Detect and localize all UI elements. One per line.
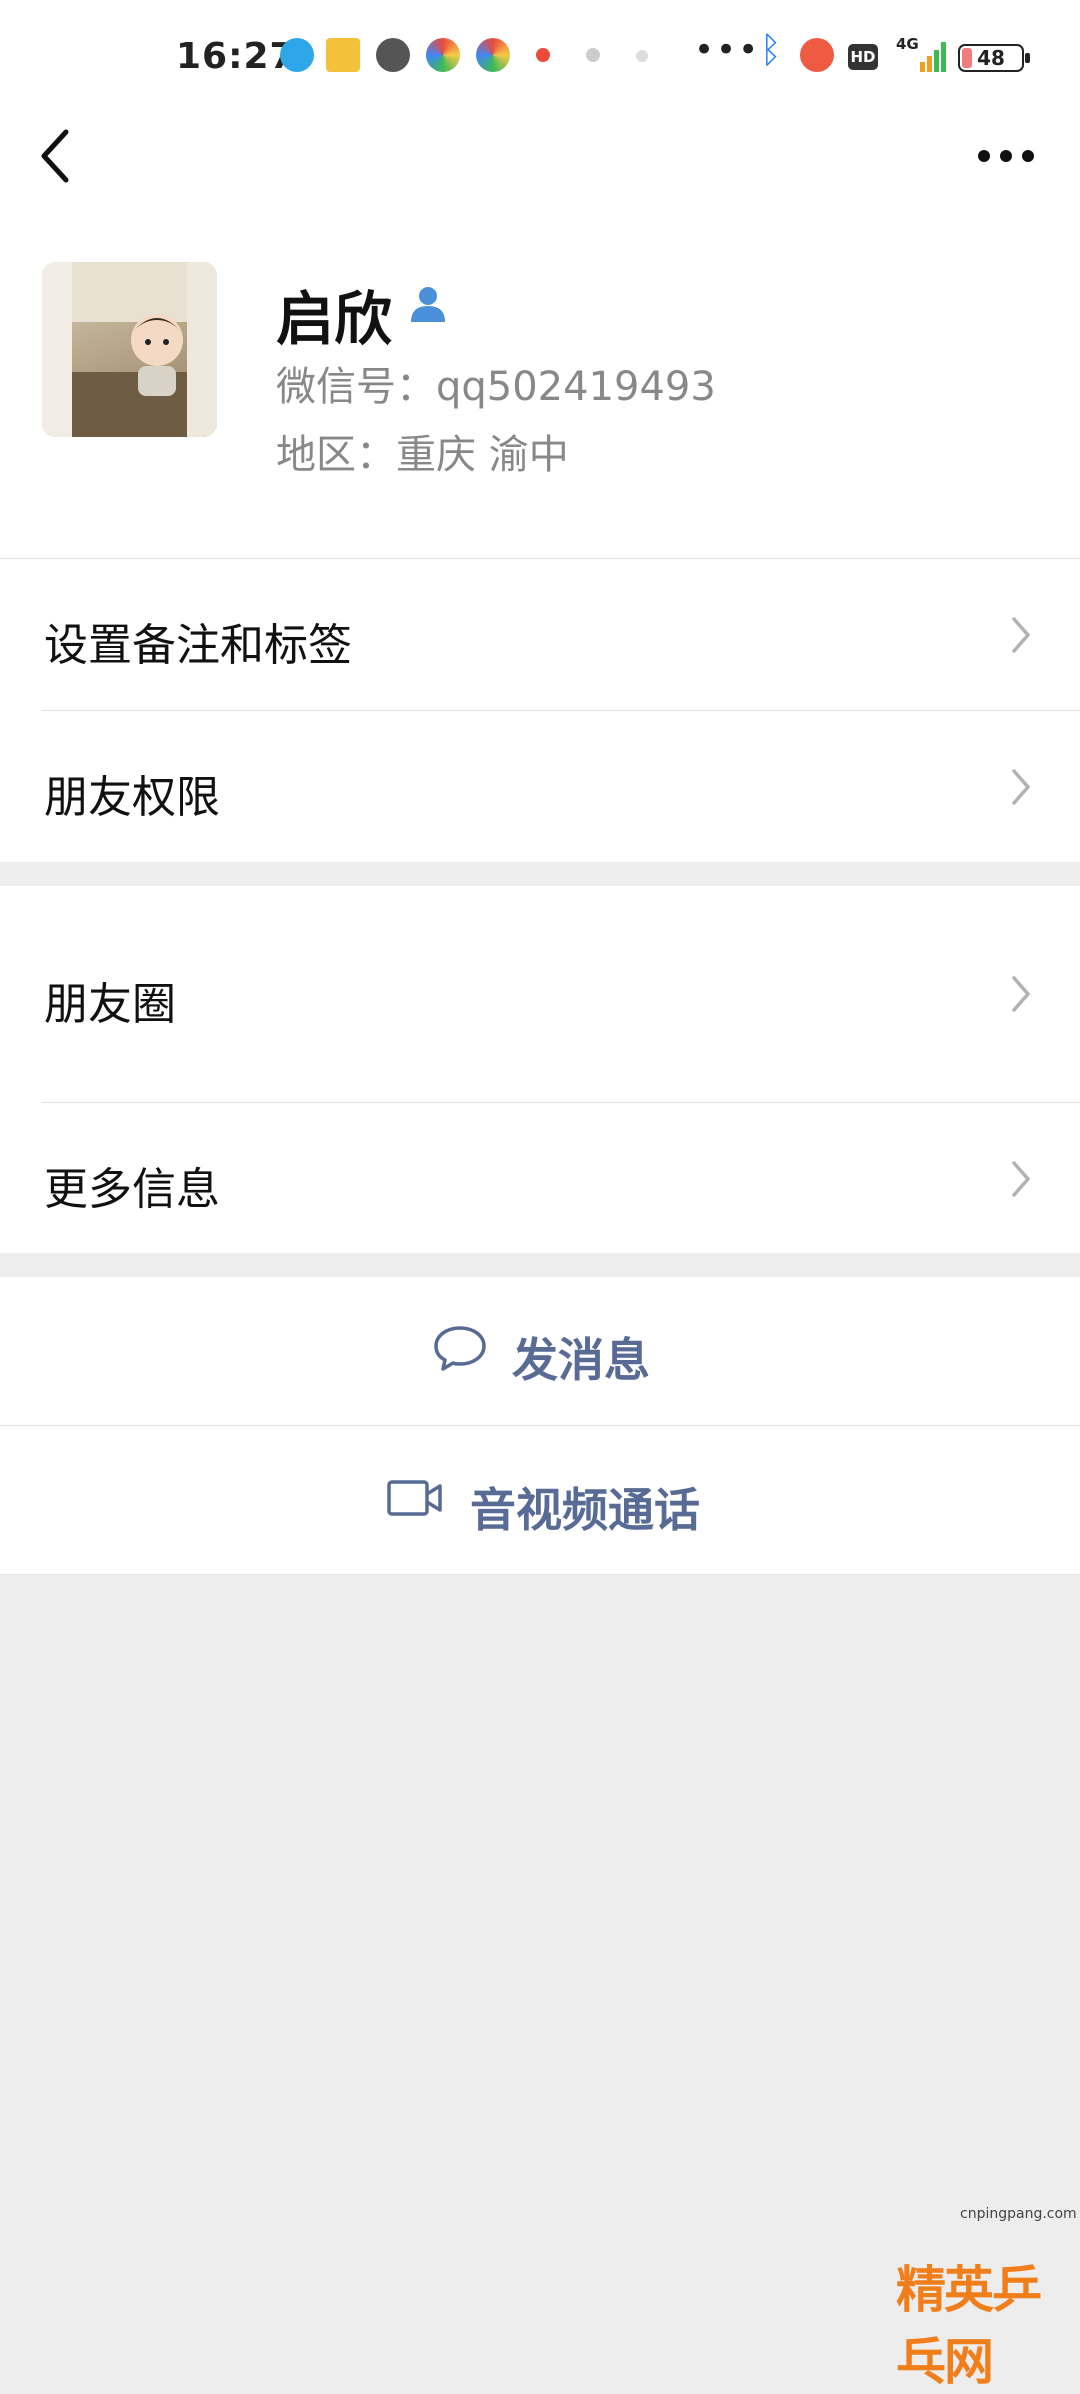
person-icon <box>411 287 445 322</box>
app-notification-icon <box>280 38 314 72</box>
video-camera-icon <box>387 1480 442 1516</box>
section-gap <box>0 862 1080 886</box>
chevron-right-icon <box>1012 976 1030 1012</box>
moments-label: 朋友圈 <box>44 979 176 1030</box>
app-notification-icon <box>326 38 360 72</box>
avatar[interactable] <box>42 262 217 437</box>
bluetooth-icon: ᛒ <box>760 30 782 71</box>
chevron-right-icon <box>1012 617 1030 653</box>
app-notification-icon <box>536 48 550 62</box>
hd-voice-icon: HD <box>848 44 878 70</box>
back-icon[interactable] <box>36 126 76 186</box>
section-gap <box>0 1253 1080 1277</box>
moments-row[interactable]: 朋友圈 <box>0 886 1080 1102</box>
send-message-label: 发消息 <box>512 1333 650 1387</box>
app-notification-icon <box>476 38 510 72</box>
chat-bubble-icon <box>434 1326 486 1371</box>
more-info-label: 更多信息 <box>44 1164 220 1215</box>
contact-name: 启欣 <box>276 285 393 353</box>
signal-icon <box>920 38 952 72</box>
overflow-notifications-icon: ••• <box>694 30 761 70</box>
app-notification-icon <box>376 38 410 72</box>
app-notification-icon <box>586 48 600 62</box>
status-time: 16:27 <box>176 36 296 77</box>
region: 地区：重庆 渝中 <box>276 432 569 478</box>
set-remarks-row[interactable]: 设置备注和标签 <box>0 559 1080 709</box>
network-type: 4G <box>896 35 919 53</box>
friend-permissions-label: 朋友权限 <box>44 772 220 823</box>
more-info-row[interactable]: 更多信息 <box>0 1103 1080 1253</box>
chevron-right-icon <box>1012 1161 1030 1197</box>
wechat-id: 微信号：qq502419493 <box>276 364 716 410</box>
app-notification-icon <box>426 38 460 72</box>
av-call-label: 音视频通话 <box>470 1483 700 1537</box>
set-remarks-label: 设置备注和标签 <box>44 620 352 671</box>
watermark-url: cnpingpang.com <box>960 2206 1077 2222</box>
more-dots-icon[interactable] <box>976 136 1036 176</box>
battery-icon: 48 <box>958 44 1030 72</box>
app-notification-icon <box>636 50 648 62</box>
status-bar: 16:27 ••• ᛒ HD 4G 48 <box>0 0 1080 118</box>
divider <box>0 1574 1080 1575</box>
watermark-logo: 精英乒乓网 <box>896 2261 1042 2391</box>
alarm-icon <box>800 38 834 72</box>
battery-level: 48 <box>977 46 1005 70</box>
chevron-right-icon <box>1012 769 1030 805</box>
friend-permissions-row[interactable]: 朋友权限 <box>0 711 1080 861</box>
